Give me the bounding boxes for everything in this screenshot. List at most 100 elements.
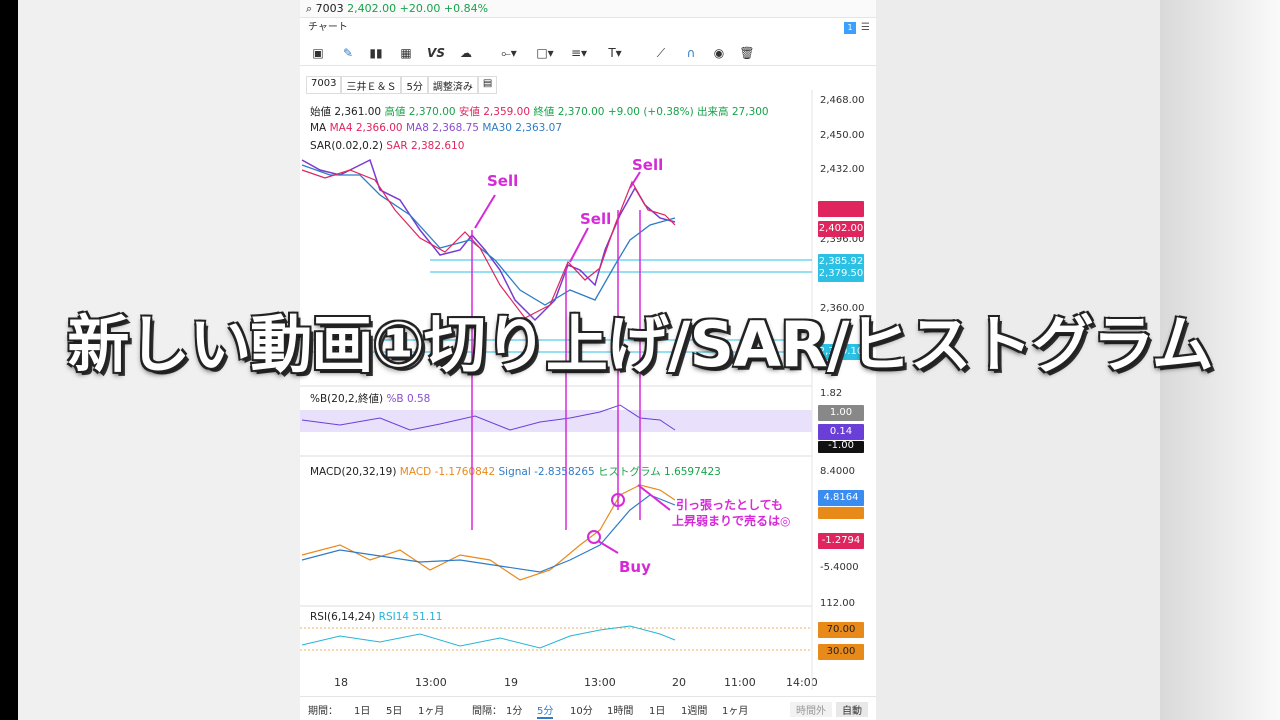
low-value: 2,359.00 xyxy=(483,106,531,118)
pctb-legend: %B(20,2,終値) %B 0.58 xyxy=(310,391,430,406)
x-tick-4: 13:00 xyxy=(584,676,616,689)
ma-legend: MA MA4 2,366.00 MA8 2,368.75 MA30 2,363.… xyxy=(310,122,562,134)
x-tick-1: 18 xyxy=(334,676,348,689)
interval-1d[interactable]: 1日 xyxy=(649,702,665,717)
period-1m[interactable]: 1ヶ月 xyxy=(418,702,444,717)
price-change: +20.00 +0.84% xyxy=(399,2,489,15)
sell-arrow-1 xyxy=(474,194,496,229)
sell-arrow-3 xyxy=(629,171,641,189)
price-tag-last: 2,402.00 xyxy=(818,221,864,237)
pctb-value: %B 0.58 xyxy=(386,393,431,405)
symbol-info: 7003 三井Ｅ＆Ｓ 5分 調整済み ▤ xyxy=(306,76,498,94)
rsi-tag-30: 30.00 xyxy=(818,644,864,660)
info-interval[interactable]: 5分 xyxy=(401,76,428,94)
x-tick-7: 14:00 xyxy=(786,676,818,689)
high-label: 高値 xyxy=(384,106,406,118)
trash-icon[interactable]: 🗑 xyxy=(738,44,756,62)
macd-tag-1: 4.8164 xyxy=(818,490,864,506)
brush-icon[interactable]: ⟋ xyxy=(652,44,670,62)
interval-label: 間隔： xyxy=(472,706,502,717)
menu-icon[interactable]: ☰ xyxy=(861,18,870,38)
text-tool-icon[interactable]: T▾ xyxy=(602,44,628,62)
note-line-1: 引っ張ったとしても xyxy=(676,498,784,512)
shape-tool-icon[interactable]: □▾ xyxy=(532,44,558,62)
info-symbol: 7003 xyxy=(306,76,342,94)
rsi-legend: RSI(6,14,24) RSI14 51.11 xyxy=(310,611,443,623)
low-label: 安値 xyxy=(458,106,480,118)
macd-axis-top: 8.4000 xyxy=(820,466,855,477)
interval-1min[interactable]: 1分 xyxy=(506,702,522,717)
period-label: 期間： xyxy=(308,706,338,717)
pencil-icon[interactable]: ✎ xyxy=(340,44,356,62)
note-arrow xyxy=(637,484,671,511)
symbol-code: 7003 xyxy=(315,2,344,15)
compare-icon[interactable]: VS xyxy=(426,44,446,62)
macd-label: MACD(20,32,19) xyxy=(310,466,397,478)
info-toggle-icon[interactable]: ▤ xyxy=(477,76,498,94)
interval-1m[interactable]: 1ヶ月 xyxy=(722,702,748,717)
tab-row: チャート 1 ☰ xyxy=(300,18,876,38)
open-value: 2,361.00 xyxy=(334,106,382,118)
sar-value: SAR 2,382.610 xyxy=(386,140,465,152)
signal-value: Signal -2.8358265 xyxy=(498,466,595,478)
pctb-tag-3: -1.00 xyxy=(818,441,864,453)
rsi-line xyxy=(301,625,676,649)
macd-value: MACD -1.1760842 xyxy=(399,466,496,478)
x-tick-3: 19 xyxy=(504,676,518,689)
ma8-value: MA8 2,368.75 xyxy=(405,122,479,134)
interval-1w[interactable]: 1週間 xyxy=(681,702,707,717)
grid-icon[interactable]: ▦ xyxy=(398,44,414,62)
note-line-2: 上昇弱まりで売るは◎ xyxy=(672,514,791,528)
rsi-label: RSI(6,14,24) xyxy=(310,611,376,623)
rsi-value: RSI14 51.11 xyxy=(378,611,443,623)
ma4-line xyxy=(301,169,676,319)
magnet-icon[interactable]: ∩ xyxy=(682,44,700,62)
price-tag-3: 2,379.50 xyxy=(818,266,864,282)
change-value: +9.00 (+0.38%) xyxy=(607,106,694,118)
sell-label-1: Sell xyxy=(487,172,519,190)
cloud-icon[interactable]: ☁ xyxy=(458,44,474,62)
price-tag-sar xyxy=(818,201,864,217)
sell-arrow-2 xyxy=(569,227,589,263)
histogram-value: ヒストグラム 1.6597423 xyxy=(598,466,721,478)
x-tick-5: 20 xyxy=(672,676,686,689)
video-frame: ⌕ 7003 2,402.00 +20.00 +0.84% チャート 1 ☰ ▣… xyxy=(0,0,1280,720)
candles-icon[interactable]: ▮▮ xyxy=(368,44,384,62)
ohlc-legend: 始値 2,361.00 高値 2,370.00 安値 2,359.00 終値 2… xyxy=(310,104,769,119)
sell-label-2: Sell xyxy=(580,210,612,228)
buy-circle xyxy=(587,530,601,544)
info-name: 三井Ｅ＆Ｓ xyxy=(341,76,402,94)
eye-icon[interactable]: ◉ xyxy=(710,44,728,62)
search-icon[interactable]: ⌕ xyxy=(306,2,312,15)
y-tick-3: 2,432.00 xyxy=(820,164,865,175)
pctb-tag-1: 1.00 xyxy=(818,405,864,421)
open-label: 始値 xyxy=(310,106,331,118)
x-tick-6: 11:00 xyxy=(724,676,756,689)
fib-tool-icon[interactable]: ≡▾ xyxy=(566,44,592,62)
ma-label: MA xyxy=(310,122,327,134)
period-1d[interactable]: 1日 xyxy=(354,702,370,717)
pctb-band xyxy=(300,410,812,432)
auto-button[interactable]: 自動 xyxy=(836,702,868,717)
buy-label: Buy xyxy=(619,558,651,576)
period-5d[interactable]: 5日 xyxy=(386,702,402,717)
sar-legend: SAR(0.02,0.2) SAR 2,382.610 xyxy=(310,140,464,152)
interval-10min[interactable]: 10分 xyxy=(570,702,593,717)
chart-type-icon[interactable]: ▣ xyxy=(310,44,326,62)
pctb-label: %B(20,2,終値) xyxy=(310,393,384,405)
volume-label: 出来高 xyxy=(697,106,729,118)
after-hours-button[interactable]: 時間外 xyxy=(790,702,832,717)
macd-axis-bottom: -5.4000 xyxy=(820,562,859,573)
x-tick-2: 13:00 xyxy=(415,676,447,689)
peak-circle xyxy=(611,493,625,507)
macd-tag-orange xyxy=(818,507,864,519)
buy-arrow xyxy=(597,540,619,554)
symbol-header: ⌕ 7003 2,402.00 +20.00 +0.84% xyxy=(300,0,876,18)
info-adjust[interactable]: 調整済み xyxy=(427,76,478,94)
interval-1h[interactable]: 1時間 xyxy=(607,702,633,717)
bottom-bar: 期間： 1日 5日 1ヶ月 間隔： 1分 5分 10分 1時間 1日 1週間 1… xyxy=(300,696,876,720)
pctb-line xyxy=(301,404,676,431)
tab-chart[interactable]: チャート xyxy=(308,22,348,33)
line-tool-icon[interactable]: ⟜▾ xyxy=(496,44,522,62)
interval-5min[interactable]: 5分 xyxy=(537,702,554,719)
